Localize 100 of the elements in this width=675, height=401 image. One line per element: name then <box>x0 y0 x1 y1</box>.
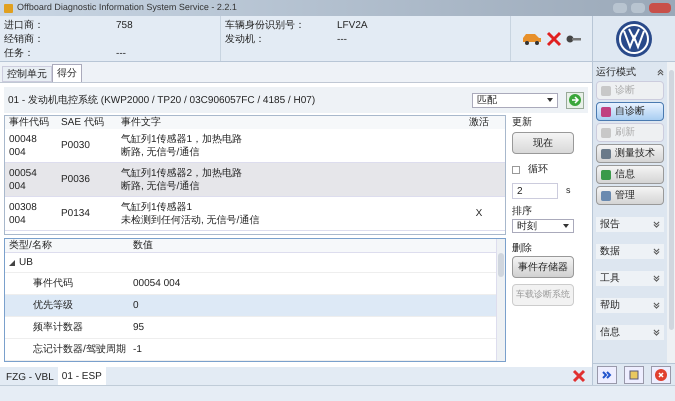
column-header: 事件代码 <box>9 116 50 130</box>
chevron-down-icon <box>653 275 660 282</box>
tab[interactable]: 控制单元 <box>2 66 52 82</box>
group-label: UB <box>19 256 33 270</box>
mode-button[interactable]: 管理 <box>596 186 664 205</box>
field-label: 发动机： <box>225 32 266 46</box>
caret-icon <box>547 98 553 102</box>
unit-label: s <box>566 184 570 198</box>
now-button[interactable]: 现在 <box>512 132 574 154</box>
field-value: --- <box>116 47 126 60</box>
field-label: 任务： <box>4 47 35 60</box>
double-chevron-icon <box>602 370 612 378</box>
column-header: 事件文字 <box>121 116 162 130</box>
event-code: 00054 <box>9 166 38 180</box>
column-header: 类型/名称 <box>8 238 53 253</box>
detail-name: 频率计数器 <box>32 320 84 335</box>
scrollbar[interactable] <box>496 239 505 361</box>
event-memory-button[interactable]: 事件存储器 <box>512 256 574 278</box>
brand-logo-icon <box>615 20 653 58</box>
field-value: LFV2A <box>337 19 368 32</box>
mode-button[interactable]: 信息 <box>596 165 664 184</box>
sort-dropdown[interactable]: 时刻 <box>512 219 574 233</box>
column-header: 激活 <box>468 116 490 130</box>
mode-button[interactable]: 自诊断 <box>596 102 664 121</box>
scrollbar[interactable] <box>667 62 675 363</box>
mode-button[interactable]: 测量技术 <box>596 144 664 163</box>
arrow-right-icon <box>569 94 581 106</box>
event-text: 气缸列1传感器2，加热电路 <box>121 166 244 180</box>
update-label: 更新 <box>512 116 533 130</box>
window-title: Offboard Diagnostic Information System Service - 2.2.1 <box>17 1 237 14</box>
chevron-down-icon <box>653 329 660 336</box>
event-code: 00048 <box>9 132 38 146</box>
event-row[interactable]: 00054 004 P0036 气缸列1传感器2，加热电路 断路, 无信号/通信 <box>5 163 505 197</box>
event-text: 未检测到任何活动, 无信号/通信 <box>121 214 260 226</box>
detail-value: 00054 004 <box>132 277 182 291</box>
active-mark: X <box>476 207 482 221</box>
detail-name: 事件代码 <box>32 276 74 291</box>
detail-name: 优先等级 <box>32 298 74 313</box>
event-text: 断路, 无信号/通信 <box>121 146 200 158</box>
sidebar-section[interactable]: 信息 <box>596 325 664 340</box>
event-code: 00308 <box>9 200 38 214</box>
detail-name: 忘记计数器/驾驶周期 <box>32 342 127 357</box>
caret-icon <box>563 224 569 228</box>
event-subcode: 004 <box>9 146 27 158</box>
interval-field[interactable]: 2 <box>512 183 558 199</box>
tab[interactable]: 得分 <box>52 64 82 82</box>
detail-value: 95 <box>132 321 146 335</box>
sort-label: 排序 <box>512 204 533 219</box>
cancel-icon[interactable] <box>572 369 586 383</box>
window-button[interactable] <box>624 366 644 384</box>
event-text: 断路, 无信号/通信 <box>121 180 200 192</box>
field-value: --- <box>337 33 347 46</box>
detail-value: 0 <box>132 299 140 313</box>
sidebar-section[interactable]: 工具 <box>596 271 664 286</box>
column-header: 数值 <box>132 239 154 253</box>
detail-row[interactable]: 优先等级 0 <box>5 295 496 317</box>
field-label: 车辆身份识别号： <box>225 18 306 32</box>
expand-toggle-icon[interactable] <box>9 260 15 266</box>
close-icon <box>655 368 668 380</box>
event-text: 气缸列1传感器1，加热电路 <box>121 132 244 146</box>
key-icon <box>566 32 582 44</box>
collapse-icon[interactable] <box>657 68 664 76</box>
chevron-down-icon <box>653 302 660 309</box>
exit-button[interactable] <box>651 366 672 384</box>
frame-icon <box>628 370 639 380</box>
sidebar-section[interactable]: 报告 <box>596 217 664 232</box>
loop-label: 循环 <box>528 163 548 177</box>
filter-dropdown[interactable]: 匹配 <box>472 92 558 108</box>
column-header: SAE 代码 <box>61 116 105 130</box>
tab[interactable]: FZG - VBL <box>2 369 58 385</box>
loop-checkbox[interactable] <box>512 166 520 174</box>
event-subcode: 004 <box>9 180 27 192</box>
mode-icon <box>601 190 611 200</box>
event-subcode: 004 <box>9 214 27 226</box>
delete-label: 删除 <box>512 242 533 256</box>
sidebar-section[interactable]: 数据 <box>596 244 664 259</box>
close-button[interactable] <box>649 3 671 13</box>
mode-icon <box>601 106 611 116</box>
mode-icon <box>601 86 611 96</box>
sidebar-title: 运行模式 <box>596 66 636 80</box>
sidebar-section[interactable]: 帮助 <box>596 298 664 313</box>
chevron-down-icon <box>653 221 660 228</box>
go-button[interactable] <box>566 92 584 108</box>
detail-value: -1 <box>132 343 143 357</box>
mode-icon <box>601 170 611 180</box>
app-icon <box>4 4 13 12</box>
mode-icon <box>601 148 611 158</box>
sae-code: P0036 <box>61 173 91 187</box>
field-value: 758 <box>116 19 133 32</box>
mode-icon <box>601 128 611 138</box>
chevron-down-icon <box>653 248 660 255</box>
car-icon <box>522 32 542 44</box>
cross-icon <box>546 30 562 46</box>
sae-code: P0134 <box>61 207 91 221</box>
field-label: 经销商： <box>4 32 45 46</box>
control-unit-title: 01 - 发动机电控系统 (KWP2000 / TP20 / 03C906057FC / 4185 / H07) <box>8 94 316 108</box>
sae-code: P0030 <box>61 139 91 153</box>
tab[interactable]: 01 - ESP <box>58 367 106 385</box>
forward-button[interactable] <box>596 366 617 384</box>
event-text: 气缸列1传感器1 <box>121 200 194 214</box>
